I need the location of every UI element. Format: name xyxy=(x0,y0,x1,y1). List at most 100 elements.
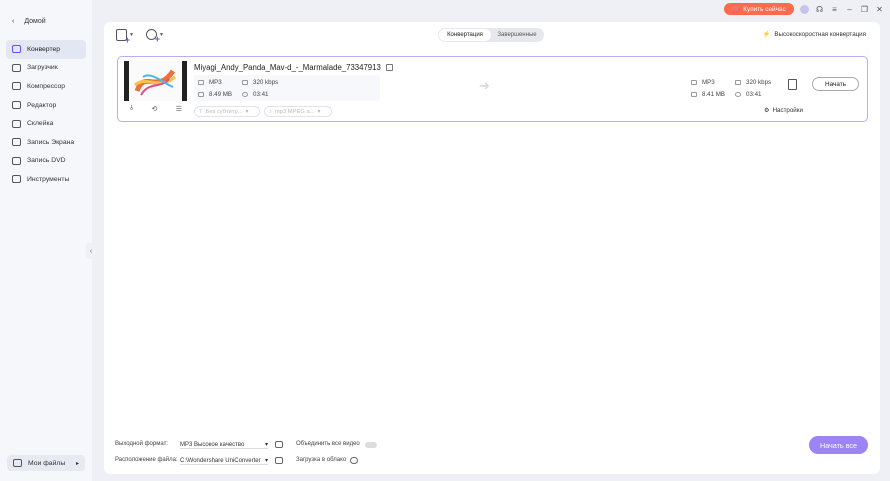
target-info: MP3 8.41 MB 320 kbps 03:41 xyxy=(687,75,799,101)
file-location-value: C:\Wondershare UniConverter xyxy=(180,457,261,464)
avatar[interactable] xyxy=(800,4,809,14)
thumbnail-controls: ⫰ ⟲ ☰ xyxy=(130,105,182,113)
source-bitrate-text: 320 kbps xyxy=(253,79,279,86)
bitrate-icon xyxy=(242,80,248,85)
tab-finished[interactable]: Завершенные xyxy=(491,29,543,41)
folder-icon xyxy=(691,92,697,97)
compress-icon xyxy=(12,82,21,91)
format-icon xyxy=(691,80,697,85)
format-icon xyxy=(198,80,204,85)
maximize-icon[interactable]: ❐ xyxy=(860,5,869,14)
my-files-label: Мои файлы xyxy=(28,459,66,467)
settings-label: Настройки xyxy=(772,107,803,114)
sidebar-item-screen-recorder[interactable]: Запись Экрана xyxy=(6,133,86,152)
edit-name-icon[interactable] xyxy=(385,64,393,71)
cloud-icon[interactable] xyxy=(350,457,358,464)
effects-icon[interactable]: ☰ xyxy=(176,105,182,113)
clock-icon xyxy=(242,92,248,97)
sidebar-item-converter[interactable]: Конвертер xyxy=(6,40,86,59)
add-from-device-button[interactable]: ▼ xyxy=(146,29,164,44)
sidebar-item-compressor[interactable]: Компрессор xyxy=(6,77,86,96)
minimize-icon[interactable]: – xyxy=(845,5,854,14)
output-format-select[interactable]: MP3 Высокое качество ▾ xyxy=(180,441,268,449)
file-location-select[interactable]: C:\Wondershare UniConverter ▾ xyxy=(180,457,268,465)
trim-icon[interactable]: ⫰ xyxy=(130,105,133,113)
start-all-button[interactable]: Начать все xyxy=(809,436,868,454)
headset-icon[interactable]: ☊ xyxy=(815,5,824,14)
sidebar-item-label: Компрессор xyxy=(27,82,66,90)
target-format-text: MP3 xyxy=(702,79,715,86)
file-location-label: Расположение файла: xyxy=(115,457,178,463)
close-icon[interactable]: ✕ xyxy=(875,5,884,14)
audio-icon: ♪ xyxy=(269,108,272,115)
titlebar-controls: 🛒 Купить сейчас ☊ ≡ – ❐ ✕ xyxy=(724,3,884,15)
buy-now-button[interactable]: 🛒 Купить сейчас xyxy=(724,3,794,15)
chevron-down-icon: ▾ xyxy=(245,108,249,115)
main-panel: ▼ ▼ Конвертация Завершенные ⚡ Высокоскор… xyxy=(104,22,880,474)
merge-label: Объединить все видео xyxy=(296,441,360,447)
sidebar-item-label: Инструменты xyxy=(27,175,70,183)
sidebar-item-editor[interactable]: Редактор xyxy=(6,96,86,115)
home-label: Домой xyxy=(24,18,46,25)
file-name: Miyagi_Andy_Panda_Mav-d_-_Marmalade_7334… xyxy=(194,63,393,72)
add-device-icon xyxy=(146,29,160,44)
source-duration: 03:41 xyxy=(242,91,268,98)
settings-button[interactable]: ⚙ Настройки xyxy=(764,107,803,114)
sidebar-collapse-button[interactable]: ‹ xyxy=(86,243,96,259)
video-thumbnail[interactable] xyxy=(124,61,187,101)
back-arrow-icon: ‹ xyxy=(12,18,15,25)
sidebar-item-label: Конвертер xyxy=(27,45,61,53)
audio-track-dropdown[interactable]: ♪ mp3 MPEG a... ▾ xyxy=(264,106,332,117)
toolbar: ▼ ▼ Конвертация Завершенные ⚡ Высокоскор… xyxy=(104,22,880,50)
lightning-icon: ⚡ xyxy=(762,31,771,38)
high-speed-conversion-toggle[interactable]: ⚡ Высокоскоростная конвертация xyxy=(762,30,866,39)
source-size: 8.49 MB xyxy=(198,91,232,98)
gear-icon: ⚙ xyxy=(764,107,770,114)
target-format: MP3 xyxy=(691,79,715,86)
start-button[interactable]: Начать xyxy=(812,77,859,91)
format-settings-icon[interactable] xyxy=(275,441,283,448)
subtitle-dropdown[interactable]: T Без субтитр... ▾ xyxy=(194,106,260,117)
file-card[interactable]: ⫰ ⟲ ☰ Miyagi_Andy_Panda_Mav-d_-_Marmalad… xyxy=(117,56,868,122)
toolbox-icon xyxy=(12,175,21,184)
target-size: 8.41 MB xyxy=(691,91,725,98)
folder-open-icon[interactable] xyxy=(275,457,283,464)
output-settings-icon[interactable] xyxy=(788,79,797,90)
source-size-text: 8.49 MB xyxy=(209,91,233,98)
bitrate-icon xyxy=(735,80,741,85)
folder-icon xyxy=(13,459,22,467)
crop-icon[interactable]: ⟲ xyxy=(151,105,157,113)
buy-now-label: Купить сейчас xyxy=(743,5,786,13)
sidebar-item-merger[interactable]: Склейка xyxy=(6,114,86,133)
convert-arrow-icon: ➔ xyxy=(479,78,490,93)
menu-icon[interactable]: ≡ xyxy=(830,5,839,14)
sidebar-item-label: Загрузчик xyxy=(27,64,58,72)
add-files-button[interactable]: ▼ xyxy=(116,29,134,45)
cart-icon: 🛒 xyxy=(732,6,741,13)
tab-bar: Конвертация Завершенные xyxy=(438,28,544,42)
sidebar-item-label: Запись DVD xyxy=(27,157,66,165)
sidebar-item-label: Запись Экрана xyxy=(27,138,75,146)
thumbnail-art xyxy=(129,61,182,101)
source-info: MP3 8.49 MB 320 kbps 03:41 xyxy=(194,75,380,101)
tab-converting[interactable]: Конвертация xyxy=(439,29,491,41)
merge-icon xyxy=(12,119,21,128)
sidebar-item-dvd-burner[interactable]: Запись DVD xyxy=(6,152,86,171)
home-link[interactable]: ‹ Домой xyxy=(12,18,46,25)
my-files-button[interactable]: Мои файлы ▸ xyxy=(7,455,85,471)
subtitle-text: Без субтитр... xyxy=(205,108,243,115)
sidebar-item-toolbox[interactable]: Инструменты xyxy=(6,170,86,189)
merge-toggle[interactable] xyxy=(365,442,377,448)
audio-track-text: mp3 MPEG a... xyxy=(274,108,315,115)
chevron-right-icon: ▸ xyxy=(75,460,79,467)
output-format-label: Выходной формат: xyxy=(115,441,168,447)
sidebar-item-label: Редактор xyxy=(27,101,57,109)
sidebar-item-label: Склейка xyxy=(27,120,54,128)
bottom-bar: Выходной формат: MP3 Высокое качество ▾ … xyxy=(104,434,880,474)
sidebar-item-downloader[interactable]: Загрузчик xyxy=(6,59,86,78)
chevron-down-icon: ▾ xyxy=(317,108,321,115)
dvd-icon xyxy=(12,156,21,165)
source-duration-text: 03:41 xyxy=(253,91,269,98)
cloud-upload-label: Загрузка в облако xyxy=(296,457,347,463)
file-name-text: Miyagi_Andy_Panda_Mav-d_-_Marmalade_7334… xyxy=(194,63,381,72)
